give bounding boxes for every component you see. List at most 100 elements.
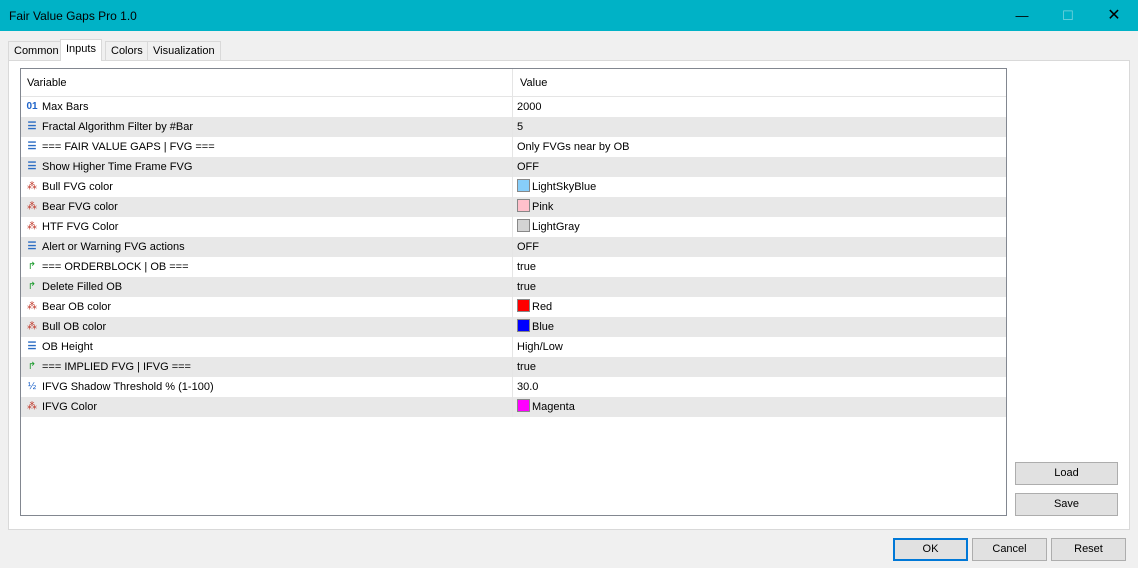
double-icon: ½ [27,381,37,392]
color-icon: ⁂ [27,321,37,332]
value-text: High/Low [517,341,563,353]
variable-value[interactable]: LightGray [512,217,1006,237]
variable-value[interactable]: 5 [512,117,1006,137]
variable-name: Fractal Algorithm Filter by #Bar [42,121,193,133]
variable-value[interactable]: Only FVGs near by OB [512,137,1006,157]
value-text: true [517,261,536,273]
value-text: Blue [532,321,555,333]
value-text: Only FVGs near by OB [517,141,630,153]
color-icon: ⁂ [27,221,37,232]
table-row[interactable]: ⁂ Bear FVG color Pink [21,197,1006,217]
value-text: 2000 [517,101,542,113]
variable-name: HTF FVG Color [42,221,119,233]
variable-value[interactable]: High/Low [512,337,1006,357]
color-icon: ⁂ [27,401,37,412]
save-button[interactable]: Save [1015,493,1118,516]
value-text: LightSkyBlue [532,181,597,193]
variable-name: === FAIR VALUE GAPS | FVG === [42,141,215,153]
enum-icon: ☰ [27,241,37,252]
tab-visualization[interactable]: Visualization [147,41,221,60]
color-swatch [517,399,530,412]
variable-value[interactable]: 30.0 [512,377,1006,397]
bool-icon: ↱ [27,281,37,292]
variable-name: Bear FVG color [42,201,118,213]
table-row[interactable]: ☰ === FAIR VALUE GAPS | FVG === Only FVGs … [21,137,1006,157]
variable-name: Show Higher Time Frame FVG [42,161,193,173]
variable-value[interactable]: Blue [512,317,1006,337]
variable-value[interactable]: OFF [512,157,1006,177]
bool-icon: ↱ [27,261,37,272]
variable-value[interactable]: LightSkyBlue [512,177,1006,197]
color-swatch [517,199,530,212]
value-text: Magenta [532,401,575,413]
table-row[interactable]: 01 Max Bars 2000 [21,97,1006,117]
variable-name: IFVG Color [42,401,98,413]
variable-value[interactable]: true [512,357,1006,377]
tab-inputs[interactable]: Inputs [60,39,102,61]
tab-colors[interactable]: Colors [105,41,149,60]
variable-name: Max Bars [42,101,89,113]
table-row[interactable]: ⁂ Bull OB color Blue [21,317,1006,337]
close-icon[interactable]: ✕ [1091,0,1137,31]
color-swatch [517,299,530,312]
color-icon: ⁂ [27,301,37,312]
table-row[interactable]: ↱ === IMPLIED FVG | IFVG === true [21,357,1006,377]
variable-value[interactable]: true [512,257,1006,277]
value-text: Red [532,301,553,313]
tab-common[interactable]: Common [8,41,65,60]
enum-icon: ☰ [27,341,37,352]
minimize-icon[interactable]: — [999,0,1045,31]
enum-icon: ☰ [27,161,37,172]
variable-value[interactable]: 2000 [512,97,1006,117]
variable-name: Bull FVG color [42,181,113,193]
variable-value[interactable]: true [512,277,1006,297]
value-text: true [517,361,536,373]
variable-name: === ORDERBLOCK | OB === [42,261,189,273]
enum-icon: ☰ [27,121,37,132]
variable-value[interactable]: OFF [512,237,1006,257]
variable-value[interactable]: Pink [512,197,1006,217]
table-row[interactable]: ☰ OB Height High/Low [21,337,1006,357]
value-text: OFF [517,161,539,173]
value-text: 30.0 [517,381,539,393]
table-row[interactable]: ⁂ Bull FVG color LightSkyBlue [21,177,1006,197]
variable-value[interactable]: Red [512,297,1006,317]
table-row[interactable]: ↱ === ORDERBLOCK | OB === true [21,257,1006,277]
column-divider[interactable] [512,69,513,96]
column-header-variable[interactable]: Variable [27,77,67,89]
table-row[interactable]: ⁂ HTF FVG Color LightGray [21,217,1006,237]
value-text: Pink [532,201,554,213]
column-header-value[interactable]: Value [520,77,547,89]
table-row[interactable]: ☰ Fractal Algorithm Filter by #Bar 5 [21,117,1006,137]
grid-header: Variable Value [21,69,1006,97]
load-button[interactable]: Load [1015,462,1118,485]
variable-name: === IMPLIED FVG | IFVG === [42,361,191,373]
color-icon: ⁂ [27,201,37,212]
color-swatch [517,219,530,232]
value-text: true [517,281,536,293]
variable-name: Alert or Warning FVG actions [42,241,185,253]
cancel-button[interactable]: Cancel [972,538,1047,561]
value-text: 5 [517,121,524,133]
table-row[interactable]: ⁂ IFVG Color Magenta [21,397,1006,417]
maximize-icon[interactable]: ☐ [1045,0,1091,31]
color-swatch [517,179,530,192]
value-text: OFF [517,241,539,253]
window-title: Fair Value Gaps Pro 1.0 [9,9,137,23]
table-row[interactable]: ½ IFVG Shadow Threshold % (1-100) 30.0 [21,377,1006,397]
variable-value[interactable]: Magenta [512,397,1006,417]
reset-button[interactable]: Reset [1051,538,1126,561]
ok-button[interactable]: OK [893,538,968,561]
int-icon: 01 [26,101,38,112]
color-swatch [517,319,530,332]
table-row[interactable]: ☰ Show Higher Time Frame FVG OFF [21,157,1006,177]
table-row[interactable]: ☰ Alert or Warning FVG actions OFF [21,237,1006,257]
table-row[interactable]: ↱ Delete Filled OB true [21,277,1006,297]
variable-name: OB Height [42,341,93,353]
table-row[interactable]: ⁂ Bear OB color Red [21,297,1006,317]
enum-icon: ☰ [27,141,37,152]
variable-name: IFVG Shadow Threshold % (1-100) [42,381,214,393]
grid-rows: 01 Max Bars 2000 ☰ Fractal Algorithm Filter … [21,97,1006,417]
bool-icon: ↱ [27,361,37,372]
variable-name: Bear OB color [42,301,112,313]
